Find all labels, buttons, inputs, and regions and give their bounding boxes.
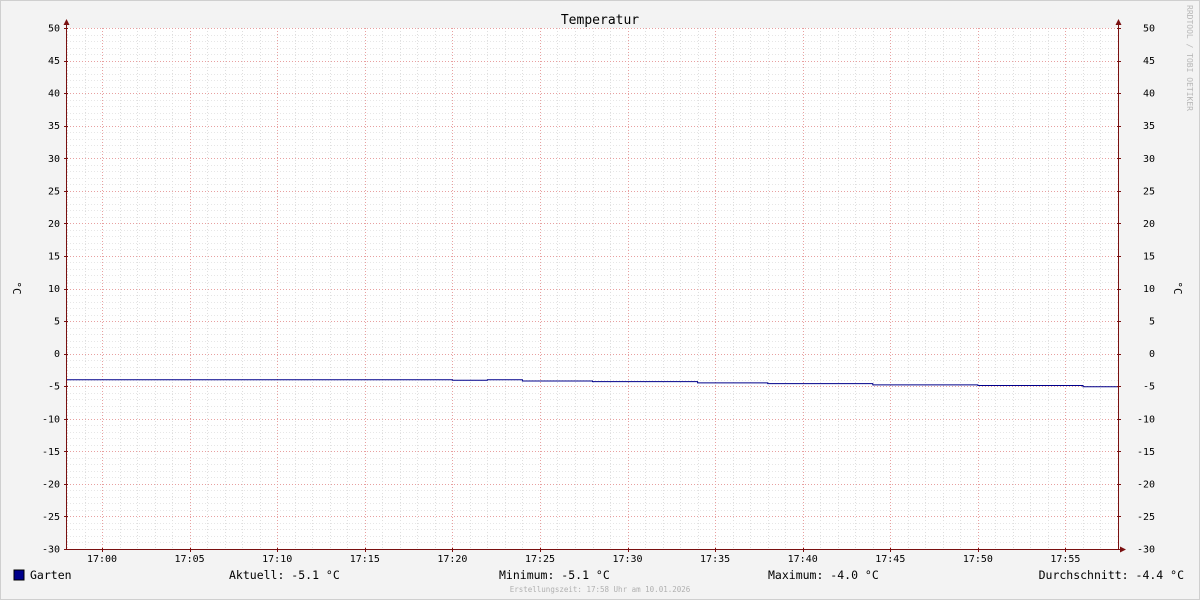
y-tick-label: 20: [48, 219, 60, 230]
x-tick-label: 17:15: [350, 554, 380, 565]
x-tick-label: 17:10: [262, 554, 292, 565]
y-axis-label-right: °C: [1171, 281, 1184, 294]
y-tick-label: 15: [48, 251, 60, 262]
x-tick-label: 17:30: [612, 554, 642, 565]
y-tick-label-right: -20: [1137, 479, 1155, 490]
y-tick-label-right: 20: [1143, 219, 1155, 230]
y-tick-label: -10: [42, 414, 60, 425]
y-tick-label: 0: [54, 349, 60, 360]
y-tick-label-right: 15: [1143, 251, 1155, 262]
y-tick-label: -5: [48, 382, 60, 393]
legend-aktuell: Aktuell: -5.1 °C: [229, 568, 340, 582]
x-tick-label: 17:45: [875, 554, 905, 565]
legend-durchschnitt: Durchschnitt: -4.4 °C: [1039, 568, 1184, 582]
y-tick-label: 10: [48, 284, 60, 295]
y-axis-label: °C: [10, 281, 23, 294]
legend-maximum: Maximum: -4.0 °C: [768, 568, 879, 582]
y-tick-label: 50: [48, 24, 60, 35]
x-tick-label: 17:35: [700, 554, 730, 565]
x-tick-label: 17:55: [1050, 554, 1080, 565]
y-tick-label-right: 40: [1143, 89, 1155, 100]
y-tick-label-right: 10: [1143, 284, 1155, 295]
y-tick-label-right: -10: [1137, 414, 1155, 425]
y-tick-label-right: 30: [1143, 154, 1155, 165]
y-tick-label: 35: [48, 121, 60, 132]
x-tick-label: 17:50: [963, 554, 993, 565]
footer-timestamp: Erstellungszeit: 17:58 Uhr am 10.01.2026: [510, 585, 691, 594]
y-tick-label-right: 5: [1149, 317, 1155, 328]
y-tick-label-right: -15: [1137, 447, 1155, 458]
y-tick-label: -25: [42, 512, 60, 523]
y-tick-label-right: 0: [1149, 349, 1155, 360]
y-tick-label-right: 25: [1143, 186, 1155, 197]
y-tick-label-right: 35: [1143, 121, 1155, 132]
y-tick-label: 30: [48, 154, 60, 165]
chart-title: Temperatur: [561, 13, 639, 28]
y-tick-label: -30: [42, 545, 60, 556]
y-tick-label: 5: [54, 317, 60, 328]
y-tick-label: 25: [48, 186, 60, 197]
rrdtool-watermark: RRDTOOL / TOBI OETIKER: [1185, 5, 1194, 111]
x-tick-label: 17:40: [788, 554, 818, 565]
y-tick-label-right: -30: [1137, 545, 1155, 556]
y-tick-label-right: -25: [1137, 512, 1155, 523]
y-tick-label-right: 45: [1143, 56, 1155, 67]
y-tick-label-right: -5: [1143, 382, 1155, 393]
y-tick-label: -20: [42, 479, 60, 490]
y-tick-label: 40: [48, 89, 60, 100]
y-tick-label-right: 50: [1143, 24, 1155, 35]
legend-series-label: Garten: [30, 568, 72, 582]
x-tick-label: 17:00: [87, 554, 117, 565]
legend-minimum: Minimum: -5.1 °C: [499, 568, 610, 582]
y-tick-label: -15: [42, 447, 60, 458]
x-tick-label: 17:25: [525, 554, 555, 565]
x-tick-label: 17:20: [437, 554, 467, 565]
y-tick-label: 45: [48, 56, 60, 67]
x-tick-label: 17:05: [175, 554, 205, 565]
legend-swatch-garten: [13, 569, 25, 581]
temperature-graph: 50454035302520151050-5-10-15-20-25-30 50…: [0, 0, 1200, 600]
